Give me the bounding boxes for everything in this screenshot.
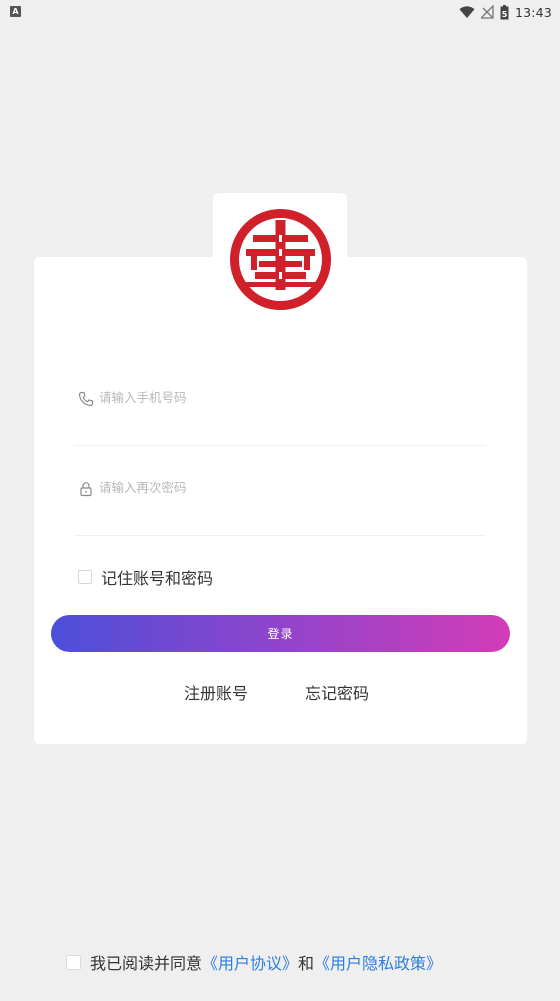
- agreement-connector: 和: [298, 954, 315, 973]
- agreement-row: 我已阅读并同意《用户协议》和《用户隐私政策》: [66, 950, 442, 974]
- remember-option[interactable]: 记住账号和密码: [78, 565, 213, 589]
- password-input[interactable]: [99, 480, 459, 495]
- agreement-text: 我已阅读并同意《用户协议》和《用户隐私政策》: [90, 950, 442, 974]
- register-link[interactable]: 注册账号: [184, 680, 248, 704]
- login-button[interactable]: 登录: [51, 615, 510, 652]
- status-icons: 5 13:43: [459, 3, 552, 21]
- phone-input[interactable]: [99, 390, 459, 405]
- battery-icon: 5: [500, 4, 509, 19]
- app-logo: [230, 209, 331, 310]
- agreement-prefix: 我已阅读并同意: [90, 954, 203, 973]
- privacy-policy-link[interactable]: 《用户隐私政策》: [314, 954, 442, 973]
- app-notification-icon: A: [10, 6, 21, 17]
- svg-text:5: 5: [502, 10, 508, 19]
- lock-icon: [80, 482, 92, 497]
- user-agreement-link[interactable]: 《用户协议》: [202, 954, 298, 973]
- phone-field: [74, 385, 486, 446]
- remember-label: 记住账号和密码: [101, 569, 214, 588]
- forgot-password-link[interactable]: 忘记密码: [305, 680, 369, 704]
- wifi-icon: [459, 5, 475, 18]
- agreement-checkbox[interactable]: [66, 954, 81, 970]
- signal-icon: [480, 5, 494, 19]
- phone-icon: [78, 391, 94, 407]
- password-field: [74, 475, 486, 536]
- status-bar: A 5 13:43: [0, 0, 560, 24]
- remember-checkbox[interactable]: [78, 570, 92, 584]
- status-time: 13:43: [514, 4, 552, 20]
